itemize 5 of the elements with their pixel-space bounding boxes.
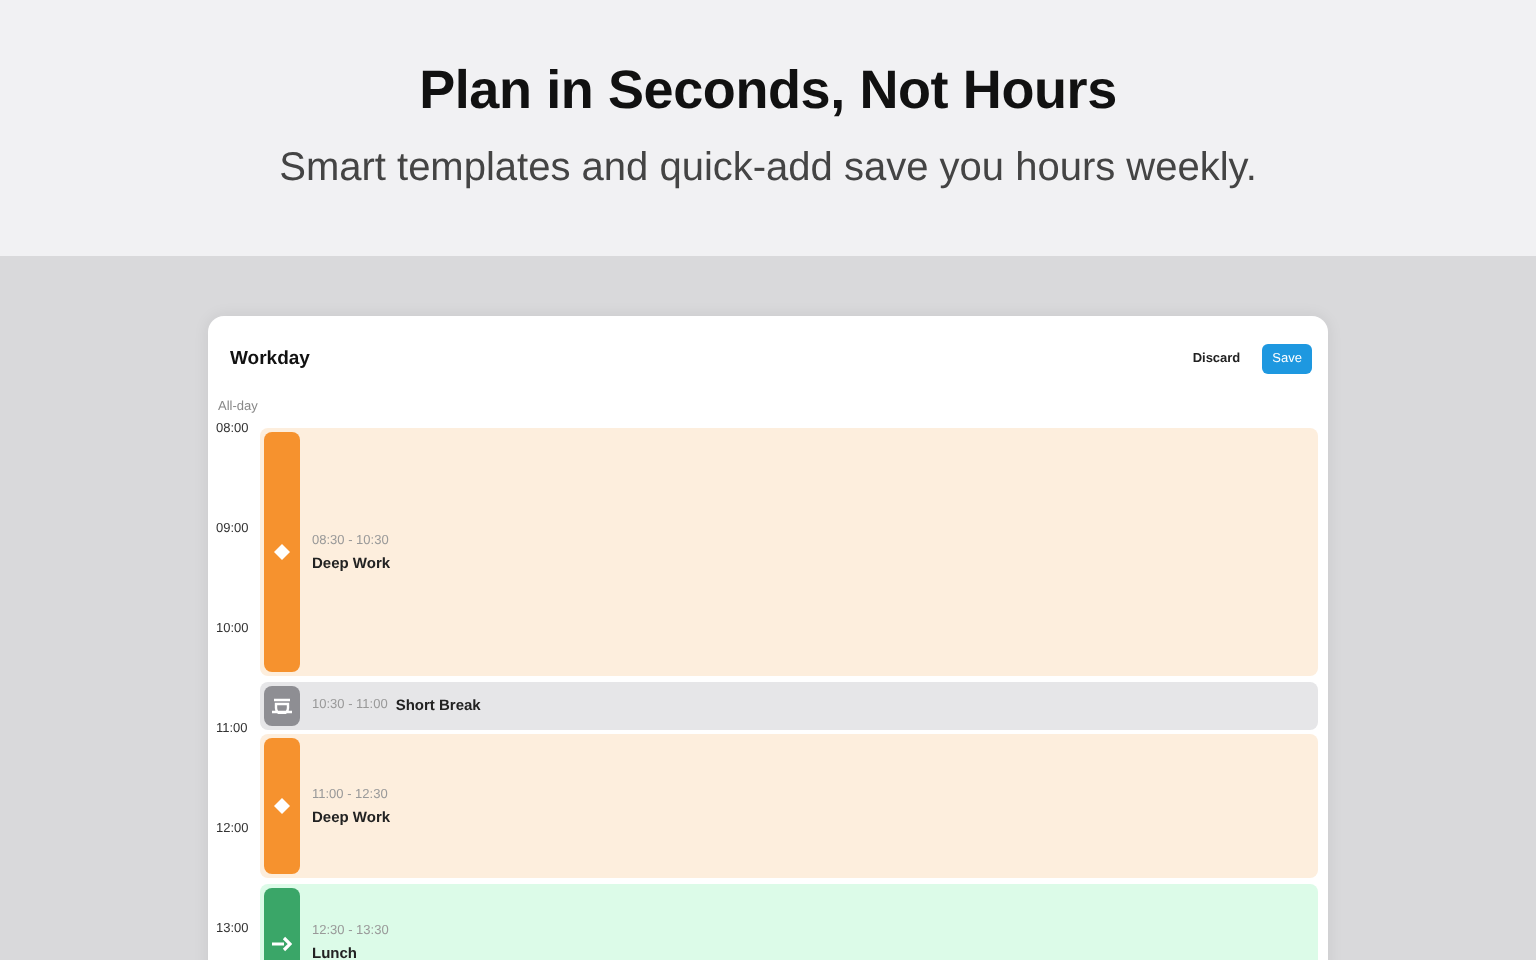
diamond-icon — [274, 544, 290, 560]
subheadline: Smart templates and quick-add save you hours weekly. — [279, 146, 1257, 192]
card-title: Workday — [230, 347, 312, 369]
diamond-icon — [274, 798, 290, 814]
headline: Plan in Seconds, Not Hours — [419, 60, 1117, 122]
